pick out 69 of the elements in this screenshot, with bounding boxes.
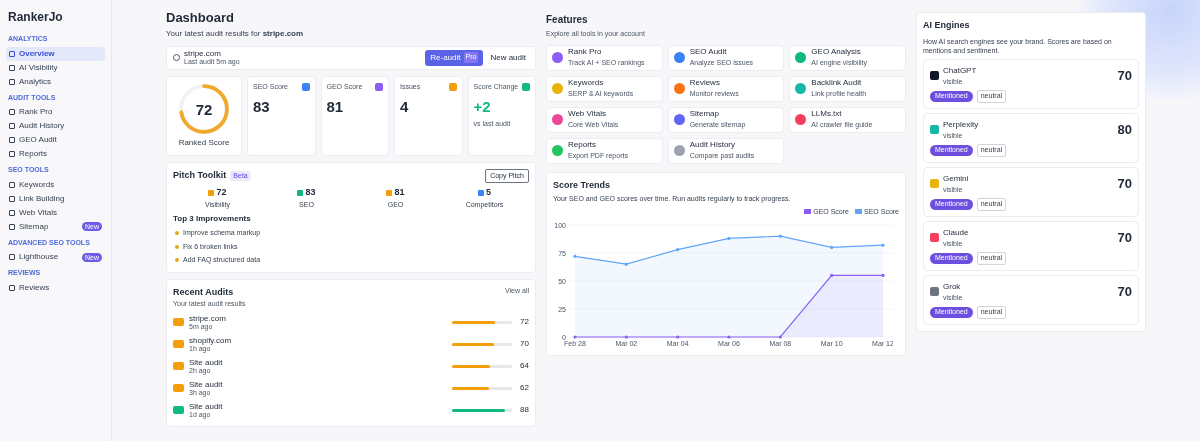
sidebar-item[interactable]: AI Visibility bbox=[6, 60, 105, 75]
score-value: 72 bbox=[195, 101, 213, 116]
feature-name: SEO Audit bbox=[689, 46, 728, 59]
audit-score: 62 bbox=[519, 382, 529, 394]
feature-name: Backlink Audit bbox=[811, 77, 863, 90]
stat-value: 4 bbox=[400, 97, 410, 117]
stat-value: +2 bbox=[473, 97, 492, 117]
audit-score: 70 bbox=[519, 338, 529, 350]
sidebar-item[interactable]: Analytics bbox=[6, 74, 105, 89]
sidebar-item[interactable]: Overview bbox=[6, 46, 105, 61]
audit-name: Site audit bbox=[189, 401, 223, 411]
engine-name: Gemini bbox=[943, 172, 969, 185]
new-audit-button[interactable]: New audit bbox=[487, 51, 529, 64]
legend-swatch bbox=[804, 209, 812, 215]
improvements-title: Top 3 Improvements bbox=[173, 213, 252, 225]
sidebar-item[interactable]: Reviews bbox=[6, 280, 105, 295]
sidebar-item[interactable]: Link Building bbox=[6, 191, 105, 206]
engine-score: 80 bbox=[1117, 121, 1132, 140]
sidebar-item[interactable]: Rank Pro bbox=[6, 105, 105, 119]
engines-title: AI Engines bbox=[923, 19, 971, 32]
feature-name: GEO Analysis bbox=[811, 46, 862, 59]
feature-name: Web Vitals bbox=[568, 108, 607, 121]
bullet-icon bbox=[175, 258, 179, 263]
sidebar-item[interactable]: Keywords bbox=[6, 177, 105, 192]
engine-score: 70 bbox=[1117, 67, 1132, 86]
feature-name: Keywords bbox=[568, 77, 605, 90]
engine-score: 70 bbox=[1117, 283, 1132, 302]
metric-value: 81 bbox=[394, 186, 405, 199]
feature-name: Sitemap bbox=[689, 108, 720, 121]
audit-name: Site audit bbox=[189, 379, 223, 389]
metric-value: 5 bbox=[486, 186, 491, 199]
features-title: Features bbox=[546, 13, 589, 27]
feature-name: Reports bbox=[568, 139, 597, 152]
sidebar-item[interactable]: Reports bbox=[6, 147, 105, 161]
engine-score: 70 bbox=[1117, 175, 1132, 194]
legend-swatch bbox=[855, 209, 862, 215]
engine-name: Grok bbox=[943, 280, 962, 293]
recent-title: Recent Audits bbox=[173, 285, 235, 299]
pitch-title: Pitch Toolkit bbox=[173, 169, 227, 182]
sidebar-item[interactable]: Web Vitals bbox=[6, 205, 105, 220]
audit-score: 72 bbox=[519, 316, 529, 328]
audit-name: Site audit bbox=[189, 357, 223, 367]
stat-value: 83 bbox=[253, 97, 271, 117]
engine-name: Perplexity bbox=[943, 118, 979, 131]
engine-name: ChatGPT bbox=[943, 64, 977, 77]
bullet-icon bbox=[175, 244, 179, 249]
feature-name: Audit History bbox=[689, 139, 736, 152]
audit-score: 64 bbox=[519, 360, 529, 372]
metric-value: 83 bbox=[305, 186, 316, 199]
stat-value: 81 bbox=[326, 97, 345, 117]
engine-score: 70 bbox=[1117, 229, 1132, 248]
feature-name: Reviews bbox=[689, 77, 721, 90]
page-subtitle: Your latest audit results for stripe.com bbox=[166, 27, 305, 40]
page-title: Dashboard bbox=[166, 9, 235, 27]
audit-name: shopify.com bbox=[189, 335, 232, 345]
audit-score: 88 bbox=[519, 404, 529, 416]
trends-title: Score Trends bbox=[553, 178, 612, 192]
score-label: Ranked Score bbox=[178, 136, 230, 149]
engine-name: Claude bbox=[943, 226, 969, 239]
audit-name: stripe.com bbox=[189, 313, 226, 323]
score-ring bbox=[178, 82, 230, 135]
feature-name: Rank Pro bbox=[568, 46, 603, 59]
sidebar-item[interactable]: GEO Audit bbox=[6, 133, 105, 147]
site-domain: stripe.com bbox=[184, 49, 222, 58]
metric-value: 72 bbox=[216, 186, 227, 199]
bullet-icon bbox=[175, 231, 179, 236]
brand-name: RankerJo bbox=[7, 9, 64, 26]
feature-name: LLMs.txt bbox=[811, 108, 843, 121]
sidebar-item[interactable]: Audit History bbox=[6, 119, 105, 133]
